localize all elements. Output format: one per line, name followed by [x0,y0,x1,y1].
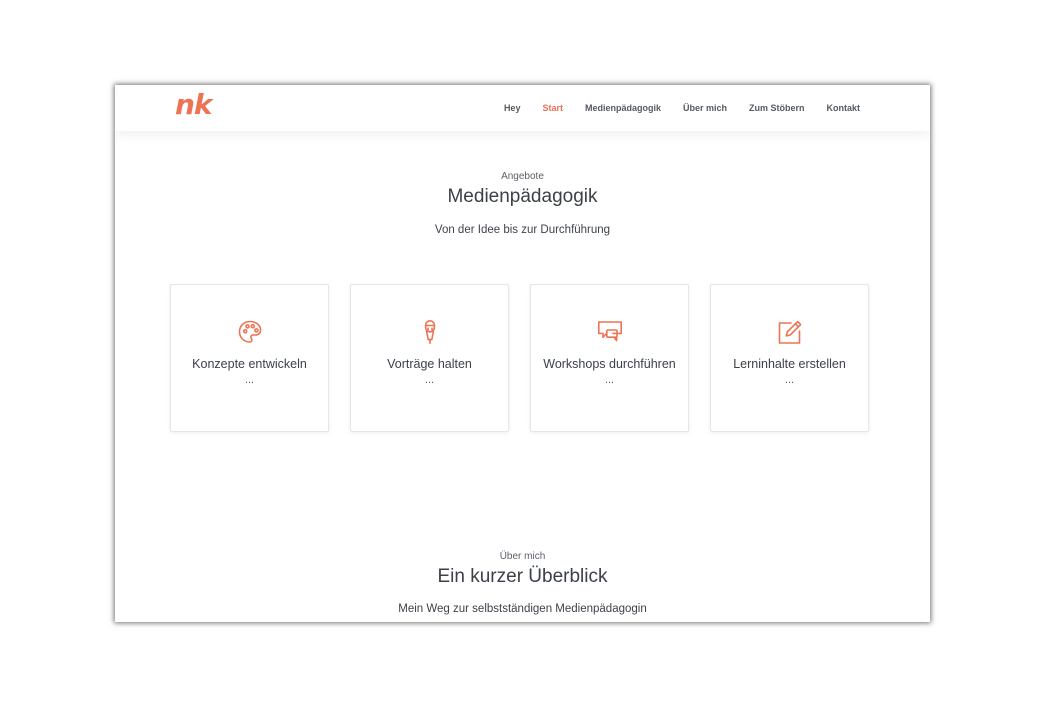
service-card-title: Workshops durchführen [543,357,676,371]
site-logo[interactable]: nk [175,88,213,121]
about-subtitle: Mein Weg zur selbstständigen Medienpädag… [398,603,647,615]
nav-kontakt[interactable]: Kontakt [827,103,861,113]
service-card-title: Konzepte entwickeln [192,357,307,371]
service-card-description: ... [784,374,795,386]
microphone-icon [417,319,443,345]
about-eyebrow: Über mich [499,551,546,562]
service-card-description: ... [424,374,435,386]
main-nav: Hey Start Medienpädagogik Über mich Zum … [504,85,930,131]
service-card-description: ... [604,374,615,386]
nav-hey[interactable]: Hey [504,103,521,113]
browser-viewport: nk Hey Start Medienpädagogik Über mich Z… [115,85,930,622]
services-eyebrow: Angebote [501,171,544,182]
nav-start[interactable]: Start [542,103,563,113]
service-card-workshops[interactable]: Workshops durchführen ... [530,284,689,432]
chat-bubbles-icon [597,319,623,345]
services-subtitle: Von der Idee bis zur Durchführung [434,224,611,236]
service-card-vortraege[interactable]: Vorträge halten ... [350,284,509,432]
nav-ueber-mich[interactable]: Über mich [683,103,727,113]
about-title: Ein kurzer Überblick [437,566,608,587]
palette-icon [237,319,263,345]
service-card-title: Lerninhalte erstellen [733,357,846,371]
services-title: Medienpädagogik [447,186,598,207]
service-card-title: Vorträge halten [387,357,472,371]
nav-zum-stoebern[interactable]: Zum Stöbern [749,103,805,113]
service-card-lerninhalte[interactable]: Lerninhalte erstellen ... [710,284,869,432]
edit-icon [777,319,803,345]
service-card-description: ... [244,374,255,386]
service-card-konzepte[interactable]: Konzepte entwickeln ... [170,284,329,432]
nav-medienpaedagogik[interactable]: Medienpädagogik [585,103,661,113]
site-header: nk Hey Start Medienpädagogik Über mich Z… [115,85,930,131]
